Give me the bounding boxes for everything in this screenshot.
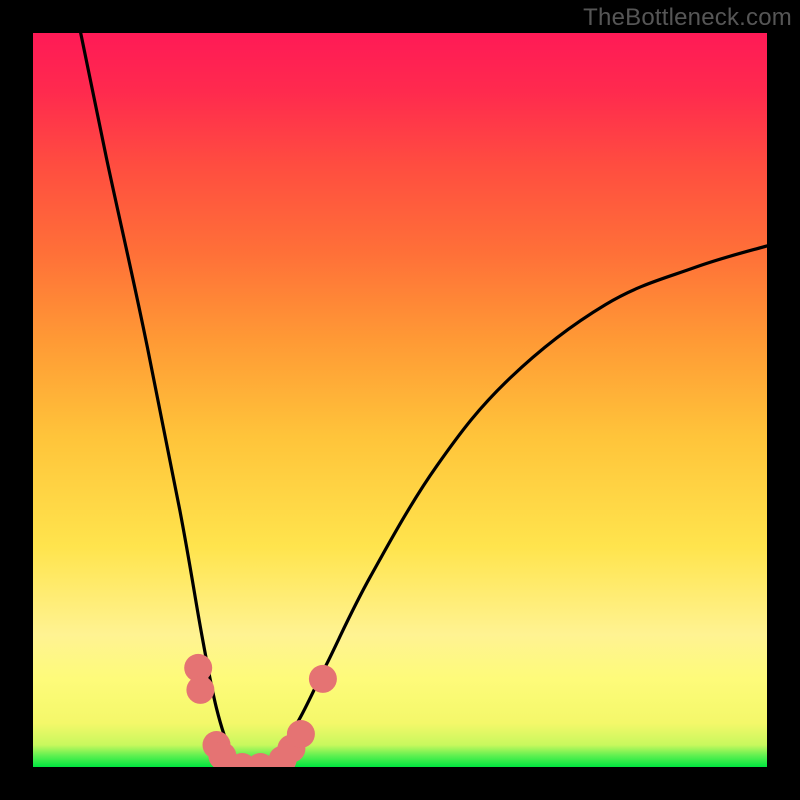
dot-right-low3	[287, 720, 315, 748]
chart-plot-area	[33, 33, 767, 767]
bottleneck-curve-path	[81, 33, 767, 767]
dot-left-upper2	[186, 676, 214, 704]
watermark-text: TheBottleneck.com	[583, 4, 792, 32]
marker-layer	[184, 654, 337, 767]
chart-svg	[33, 33, 767, 767]
chart-frame: TheBottleneck.com	[0, 0, 800, 800]
dot-right-upper	[309, 665, 337, 693]
